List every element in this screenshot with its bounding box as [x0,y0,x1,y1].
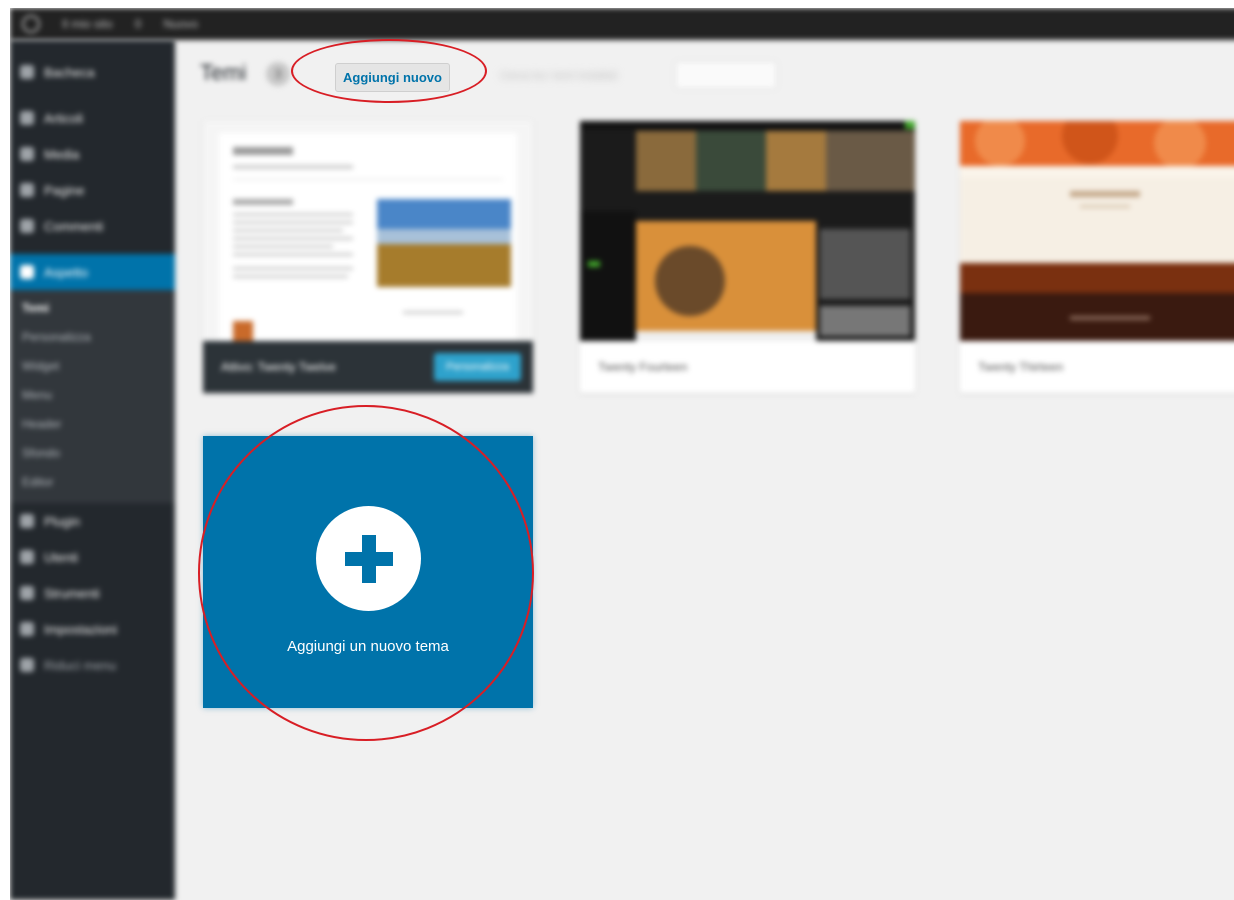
add-new-button[interactable]: Aggiungi nuovo [335,63,450,92]
customize-button[interactable]: Personalizza [434,353,521,381]
submenu-item-widget[interactable]: Widget [10,352,175,381]
search-hint: Cerca tra i temi installati [500,70,618,82]
collapse-icon [20,658,34,672]
users-icon [20,550,34,564]
sidebar-collapse-menu[interactable]: Riduci menu [10,647,175,683]
theme-name-bar: Attivo: Twenty Twelve Personalizza [203,341,533,393]
plus-circle [316,506,421,611]
settings-icon [20,622,34,636]
sidebar-item-pagine[interactable]: Pagine [10,172,175,208]
wordpress-logo-icon[interactable] [22,15,40,33]
theme-card-2[interactable]: Twenty Fourteen [580,121,915,393]
media-icon [20,147,34,161]
theme-count-badge: 3 [266,62,290,86]
sidebar-item-articoli[interactable]: Articoli [10,100,175,136]
pin-icon [20,111,34,125]
sidebar-item-impostazioni[interactable]: Impostazioni [10,611,175,647]
sidebar-item-aspetto[interactable]: Aspetto [10,254,175,290]
submenu-item-header[interactable]: Header [10,410,175,439]
submenu-item-menu[interactable]: Menu [10,381,175,410]
theme-screenshot [203,121,533,341]
theme-card-active[interactable]: Attivo: Twenty Twelve Personalizza [203,121,533,393]
submenu-item-editor[interactable]: Editor [10,468,175,497]
admin-bar: Il mio sito 0 Nuovo [10,8,1234,40]
sidebar-item-media[interactable]: Media [10,136,175,172]
theme-name-bar: Twenty Fourteen [580,341,915,393]
search-input[interactable] [675,61,777,89]
page-icon [20,183,34,197]
add-new-theme-card[interactable]: Aggiungi un nuovo tema [203,436,533,708]
sidebar-item-utenti[interactable]: Utenti [10,539,175,575]
add-new-theme-label: Aggiungi un nuovo tema [287,638,449,655]
tools-icon [20,586,34,600]
plus-icon [344,534,393,583]
plugin-icon [20,514,34,528]
sidebar-submenu-aspetto: Temi Personalizza Widget Menu Header Sfo… [10,290,175,503]
sidebar-item-plugin[interactable]: Plugin [10,503,175,539]
sidebar-item-bacheca[interactable]: Bacheca [10,54,175,90]
comment-icon [20,219,34,233]
admin-bar-comments[interactable]: 0 [135,17,142,31]
admin-bar-site[interactable]: Il mio sito [62,17,113,31]
admin-sidebar: Bacheca Articoli Media Pagine Commenti A… [10,40,175,900]
theme-screenshot [580,121,915,341]
wp-admin-screen: Il mio sito 0 Nuovo Bacheca Articoli Med… [10,8,1234,900]
submenu-item-personalizza[interactable]: Personalizza [10,323,175,352]
submenu-item-sfondo[interactable]: Sfondo [10,439,175,468]
brush-icon [20,265,34,279]
dashboard-icon [20,65,34,79]
theme-name: Attivo: Twenty Twelve [221,360,336,374]
admin-bar-new[interactable]: Nuovo [163,17,198,31]
theme-card-3[interactable]: Twenty Thirteen [960,121,1234,393]
theme-name-bar: Twenty Thirteen [960,341,1234,393]
theme-name: Twenty Fourteen [598,360,688,374]
page-title: Temi [200,60,247,85]
theme-screenshot [960,121,1234,341]
theme-name: Twenty Thirteen [978,360,1064,374]
sidebar-item-commenti[interactable]: Commenti [10,208,175,244]
submenu-item-temi[interactable]: Temi [10,294,175,323]
sidebar-item-strumenti[interactable]: Strumenti [10,575,175,611]
